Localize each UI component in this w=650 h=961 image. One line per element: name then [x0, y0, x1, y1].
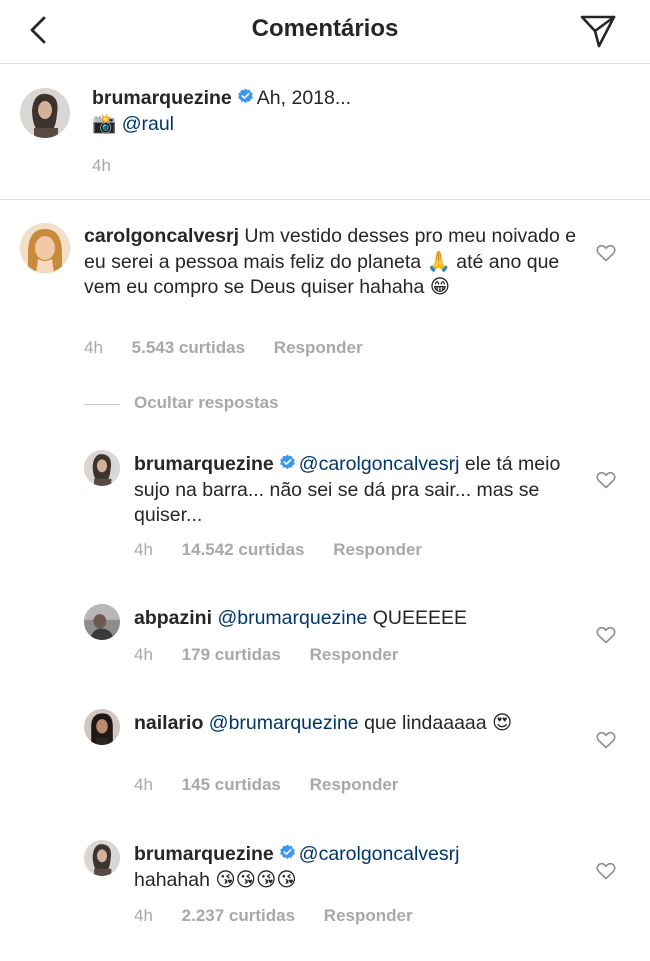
avatar[interactable]	[20, 223, 70, 273]
reply-mention[interactable]: @brumarquezine	[217, 607, 367, 629]
camera-emoji: 📸	[92, 112, 117, 135]
reply-body: QUEEEEE	[372, 607, 468, 629]
avatar[interactable]	[84, 709, 120, 745]
caption-time: 4h	[92, 156, 111, 175]
caption-username[interactable]: brumarquezine	[92, 87, 232, 109]
reply-meta: 4h 14.542 curtidas Responder	[134, 540, 446, 560]
reply-time: 4h	[134, 906, 153, 925]
comment-username[interactable]: carolgoncalvesrj	[84, 225, 239, 247]
reply-likes[interactable]: 2.237 curtidas	[182, 906, 295, 925]
reply-meta: 4h 2.237 curtidas Responder	[134, 906, 437, 926]
grinning-emoji: 😁	[429, 276, 451, 298]
reply-item: nailario @brumarquezine que lindaaaaa 😍 …	[0, 697, 650, 822]
reply-mention[interactable]: @brumarquezine	[209, 712, 359, 734]
reply-body: que lindaaaaa	[364, 712, 487, 734]
reply-text: nailario @brumarquezine que lindaaaaa 😍	[134, 711, 574, 737]
verified-badge-icon	[279, 844, 295, 859]
heart-eyes-emoji: 😍	[492, 712, 513, 734]
reply-meta: 4h 145 curtidas Responder	[134, 775, 422, 795]
heart-icon[interactable]	[596, 244, 616, 262]
verified-badge-icon	[237, 88, 253, 103]
comment-meta: 4h 5.543 curtidas Responder	[84, 338, 387, 358]
verified-badge-icon	[279, 454, 295, 469]
top-nav-bar: Comentários	[0, 0, 650, 64]
reply-button[interactable]: Responder	[274, 338, 363, 357]
reply-meta: 4h 179 curtidas Responder	[134, 645, 422, 665]
comment-item: carolgoncalvesrj Um vestido desses pro m…	[0, 200, 650, 390]
reply-likes[interactable]: 145 curtidas	[182, 775, 281, 794]
kissing-face-emojis: 😘😘😘😘	[215, 868, 297, 891]
reply-button[interactable]: Responder	[310, 645, 399, 664]
avatar[interactable]	[84, 840, 120, 876]
reply-text: brumarquezine @carolgoncalvesrj ele tá me…	[134, 452, 564, 529]
reply-text: abpazini @brumarquezine QUEEEEE	[134, 606, 574, 632]
caption-mention[interactable]: @raul	[122, 113, 174, 135]
reply-item: brumarquezine @carolgoncalvesrj ele tá me…	[0, 436, 650, 586]
comment-likes[interactable]: 5.543 curtidas	[132, 338, 245, 357]
profile-photo-brumarquezine	[84, 840, 120, 876]
avatar[interactable]	[20, 88, 70, 138]
profile-photo-abpazini	[84, 604, 120, 640]
reply-button[interactable]: Responder	[324, 906, 413, 925]
reply-username[interactable]: abpazini	[134, 607, 212, 629]
comment-text: carolgoncalvesrj Um vestido desses pro m…	[84, 224, 584, 301]
reply-mention[interactable]: @carolgoncalvesrj	[299, 453, 460, 475]
comment-time: 4h	[84, 338, 103, 357]
heart-icon[interactable]	[596, 471, 616, 489]
praying-hands-emoji: 🙏	[426, 250, 451, 273]
reply-username[interactable]: nailario	[134, 712, 203, 734]
reply-username[interactable]: brumarquezine	[134, 453, 274, 475]
avatar[interactable]	[84, 450, 120, 486]
profile-photo-nailario	[84, 709, 120, 745]
reply-button[interactable]: Responder	[310, 775, 399, 794]
caption-body: Ah, 2018...	[256, 87, 352, 109]
caption-meta: 4h	[92, 156, 135, 176]
reply-item: brumarquezine @carolgoncalvesrj hahahah 😘…	[0, 828, 650, 953]
direct-share-button[interactable]	[578, 12, 618, 50]
heart-icon[interactable]	[596, 731, 616, 749]
reply-time: 4h	[134, 540, 153, 559]
reply-likes[interactable]: 179 curtidas	[182, 645, 281, 664]
reply-text: brumarquezine @carolgoncalvesrj hahahah 😘…	[134, 842, 574, 893]
profile-photo-brumarquezine	[84, 450, 120, 486]
reply-mention[interactable]: @carolgoncalvesrj	[299, 843, 460, 865]
paper-plane-icon	[580, 15, 616, 48]
hide-replies-label: Ocultar respostas	[134, 393, 279, 412]
reply-time: 4h	[134, 775, 153, 794]
reply-item: abpazini @brumarquezine QUEEEEE 4h 179 c…	[0, 592, 650, 692]
page-title: Comentários	[251, 15, 399, 42]
reply-button[interactable]: Responder	[333, 540, 422, 559]
profile-photo-carolgoncalvesrj	[20, 223, 70, 273]
reply-likes[interactable]: 14.542 curtidas	[182, 540, 305, 559]
reply-time: 4h	[134, 645, 153, 664]
heart-icon[interactable]	[596, 862, 616, 880]
reply-username[interactable]: brumarquezine	[134, 843, 274, 865]
heart-icon[interactable]	[596, 626, 616, 644]
avatar[interactable]	[84, 604, 120, 640]
divider	[84, 404, 120, 405]
caption-text: brumarquezine Ah, 2018... 📸 @raul	[92, 86, 612, 137]
profile-photo-brumarquezine	[20, 88, 70, 138]
post-caption: brumarquezine Ah, 2018... 📸 @raul 4h	[0, 64, 650, 200]
reply-body: hahahah	[134, 868, 210, 891]
